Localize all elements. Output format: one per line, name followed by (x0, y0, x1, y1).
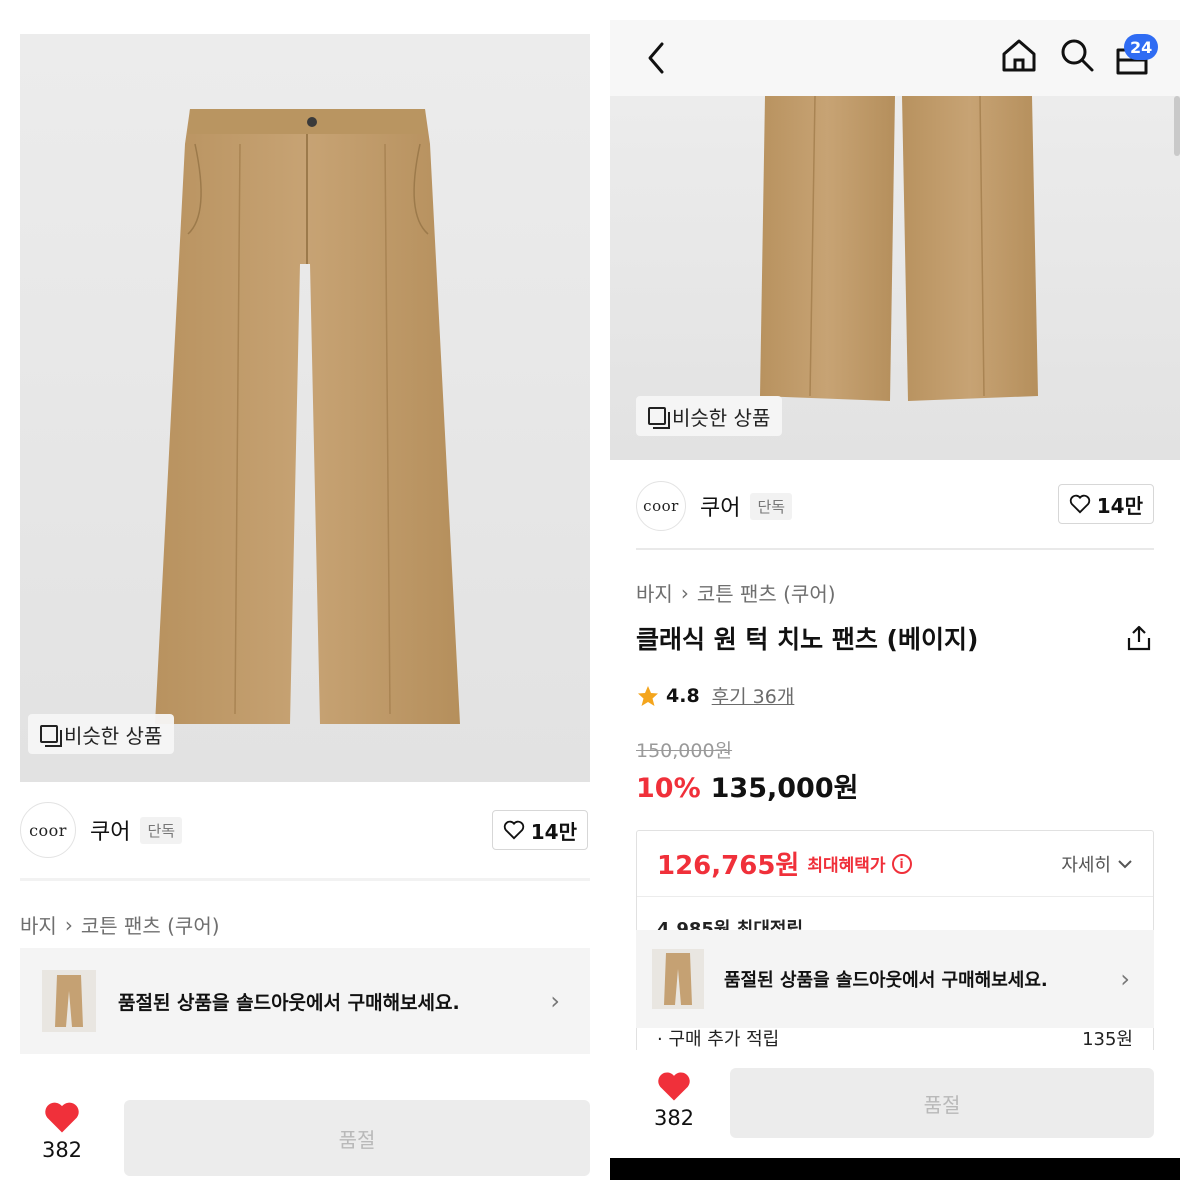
similar-products-chip[interactable]: 비슷한 상품 (28, 714, 175, 754)
footer-like[interactable]: 382 (40, 1100, 84, 1162)
cart-count-badge: 24 (1124, 34, 1159, 60)
brand-row: coor 쿠어 단독 14만 (20, 802, 590, 858)
divider (636, 548, 1154, 550)
chevron-down-icon (1118, 859, 1132, 868)
pants-thumb-icon (55, 975, 83, 1027)
footer-like-count: 382 (41, 1138, 83, 1162)
like-button[interactable]: 14만 (491, 810, 588, 850)
heart-filled-icon (45, 1102, 79, 1133)
similar-icon (40, 725, 62, 747)
max-benefit-row[interactable]: 126,765원 최대혜택가 i 자세히 (637, 831, 1153, 897)
similar-label: 비슷한 상품 (64, 723, 163, 748)
product-title: 클래식 원 턱 치노 팬츠 (베이지) (636, 625, 979, 654)
max-benefit-label: 최대혜택가 (807, 856, 886, 876)
left-panel: 비슷한 상품 coor 쿠어 단독 14만 바지 › 코튼 팬츠 (쿠어) 품절… (20, 20, 590, 1180)
breadcrumb: 바지 › 코튼 팬츠 (쿠어) (20, 910, 220, 939)
scrollbar[interactable] (1174, 96, 1180, 156)
pants-illustration (155, 109, 460, 724)
brand-logo[interactable]: coor (20, 802, 76, 858)
bottom-action-bar: 382 품절 (610, 1050, 1180, 1158)
brand-logo[interactable]: coor (636, 481, 686, 531)
right-panel: 24 비슷한 상품 coor 쿠어 단독 14만 바지 › 코튼 팬츠 (쿠어)… (610, 20, 1180, 1180)
footer-like[interactable]: 382 (652, 1070, 696, 1130)
soldout-banner[interactable]: 품절된 상품을 솔드아웃에서 구매해보세요. › (20, 948, 590, 1054)
like-button[interactable]: 14만 (1057, 484, 1154, 524)
heart-filled-icon (658, 1072, 690, 1101)
breadcrumb-subcategory[interactable]: 코튼 팬츠 (쿠어) (697, 578, 836, 607)
home-indicator-bar (610, 1158, 1180, 1180)
breadcrumb-subcategory[interactable]: 코튼 팬츠 (쿠어) (81, 910, 220, 939)
chevron-right-icon: › (1120, 965, 1130, 993)
chevron-right-icon: › (550, 987, 560, 1015)
footer-like-count: 382 (653, 1106, 695, 1130)
top-navbar: 24 (610, 20, 1180, 96)
product-image[interactable]: 비슷한 상품 (610, 96, 1180, 460)
back-icon[interactable] (644, 40, 668, 76)
heart-icon (503, 820, 524, 840)
extra-points-label: · 구매 추가 적립 (657, 1029, 780, 1050)
soldout-banner[interactable]: 품절된 상품을 솔드아웃에서 구매해보세요. › (636, 930, 1154, 1028)
search-icon[interactable] (1058, 36, 1096, 74)
like-count: 14만 (1096, 493, 1143, 518)
price-row: 10% 135,000원 (636, 766, 858, 805)
discount-rate: 10% (636, 773, 701, 804)
max-benefit-price: 126,765원 (657, 851, 800, 881)
breadcrumb-category[interactable]: 바지 (636, 578, 673, 607)
brand-name[interactable]: 쿠어 (700, 490, 740, 522)
share-icon[interactable] (1126, 624, 1152, 652)
sale-price: 135,000원 (710, 773, 859, 804)
extra-points-value: 135원 (1082, 1029, 1133, 1050)
breadcrumb: 바지 › 코튼 팬츠 (쿠어) (636, 578, 836, 607)
chevron-right-icon: › (680, 580, 689, 605)
rating-row: 4.8 후기 36개 (636, 682, 794, 709)
exclusive-badge: 단독 (750, 492, 793, 520)
similar-products-chip[interactable]: 비슷한 상품 (636, 396, 783, 436)
divider (20, 878, 590, 881)
brand-name[interactable]: 쿠어 (90, 814, 130, 846)
detail-toggle[interactable]: 자세히 (1061, 851, 1133, 877)
review-count-link[interactable]: 후기 36개 (712, 682, 795, 709)
original-price: 150,000원 (636, 740, 733, 762)
detail-label: 자세히 (1061, 854, 1111, 876)
like-count: 14만 (530, 819, 577, 844)
chevron-right-icon: › (64, 912, 73, 937)
soldout-thumbnail (652, 949, 704, 1009)
soldout-button[interactable]: 품절 (730, 1068, 1154, 1138)
exclusive-badge: 단독 (140, 816, 183, 844)
info-icon[interactable]: i (891, 853, 912, 874)
pants-thumb-icon (664, 953, 692, 1005)
soldout-button[interactable]: 품절 (124, 1100, 590, 1176)
rating-score: 4.8 (666, 684, 700, 707)
product-image[interactable]: 비슷한 상품 (20, 34, 590, 782)
soldout-banner-text: 품절된 상품을 솔드아웃에서 구매해보세요. (724, 970, 1048, 991)
brand-row: coor 쿠어 단독 14만 (636, 478, 1154, 534)
similar-label: 비슷한 상품 (672, 405, 771, 430)
heart-icon (1069, 494, 1090, 514)
star-icon (638, 685, 658, 706)
similar-icon (648, 407, 670, 429)
home-icon[interactable] (1000, 36, 1038, 74)
soldout-banner-text: 품절된 상품을 솔드아웃에서 구매해보세요. (118, 991, 460, 1014)
soldout-thumbnail (42, 970, 96, 1032)
breadcrumb-category[interactable]: 바지 (20, 910, 57, 939)
